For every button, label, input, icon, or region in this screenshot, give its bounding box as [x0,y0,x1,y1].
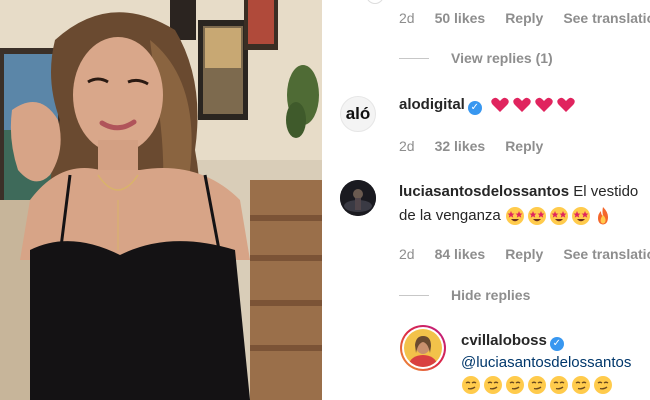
post-photo-illustration [0,0,322,400]
comment-body-line1: El vestido [573,183,639,200]
smirk-icon [484,376,502,395]
comment-likes[interactable]: 84 likes [435,246,486,262]
red-heart-icon [513,97,531,113]
see-translation-button[interactable]: See translation [563,246,650,262]
fire-icon [597,207,608,225]
view-replies-label[interactable]: View replies (1) [451,50,553,66]
comment-username[interactable]: cvillaloboss [461,332,547,349]
avatar-luciasantosdelossantos[interactable] [340,180,376,216]
smirk-icon [506,376,524,395]
avatar-logo-text: aló [345,104,371,123]
red-heart-icon [491,97,509,113]
comment-likes[interactable]: 32 likes [435,138,486,154]
comment-meta-alodigital: 2d 32 likes Reply [399,138,563,154]
star-struck-icon [549,207,568,226]
hide-replies-toggle[interactable]: Hide replies [399,287,530,303]
see-translation-button[interactable]: See translation [563,10,650,26]
replies-divider-line [399,57,429,59]
hide-replies-label[interactable]: Hide replies [451,287,530,303]
comments-panel: 2d 50 likes Reply See translation View r… [322,0,650,400]
comment-emoji-row [505,206,613,226]
comment-likes[interactable]: 50 likes [435,10,486,26]
verified-badge-icon: ✓ [467,101,482,115]
view-replies-toggle[interactable]: View replies (1) [399,50,553,66]
star-struck-icon [505,207,524,226]
star-struck-icon [527,207,546,226]
avatar-ring-gap [402,327,444,369]
reply-button[interactable]: Reply [505,246,543,262]
comment-alodigital: alodigital ✓ [399,93,576,117]
red-heart-icon [557,97,575,113]
reply-button[interactable]: Reply [505,138,543,154]
comment-emoji-row [461,375,613,395]
smirk-icon [528,376,546,395]
comment-meta-previous: 2d 50 likes Reply See translation [399,10,650,26]
smirk-icon [572,376,590,395]
mention-link[interactable]: @luciasantosdelossantos [461,354,631,371]
smirk-icon [550,376,568,395]
post-photo [0,0,322,400]
reply-cvillaloboss: cvillaloboss ✓ @luciasantosdelossantos [461,330,650,396]
comment-emoji-row [490,95,576,115]
comment-time: 2d [399,246,415,262]
comment-luciasantosdelossantos: luciasantosdelossantos El vestido de la … [399,180,639,228]
avatar-cvillaloboss [404,329,442,367]
red-heart-icon [535,97,553,113]
comment-username[interactable]: alodigital [399,96,465,113]
comment-time: 2d [399,138,415,154]
comment-time: 2d [399,10,415,26]
reply-button[interactable]: Reply [505,10,543,26]
comment-meta-luciasantosdelossantos: 2d 84 likes Reply See translation [399,246,650,262]
avatar-photo [340,180,376,216]
smirk-icon [462,376,480,395]
smirk-icon [594,376,612,395]
avatar-cvillaloboss-story-ring[interactable] [400,325,446,371]
comment-body-line2: de la venganza [399,207,501,224]
replies-divider-line [399,294,429,296]
star-struck-icon [571,207,590,226]
avatar-alodigital[interactable]: aló [340,96,376,132]
previous-comment-avatar [366,0,384,4]
verified-badge-icon: ✓ [549,337,564,351]
comment-username[interactable]: luciasantosdelossantos [399,183,569,200]
